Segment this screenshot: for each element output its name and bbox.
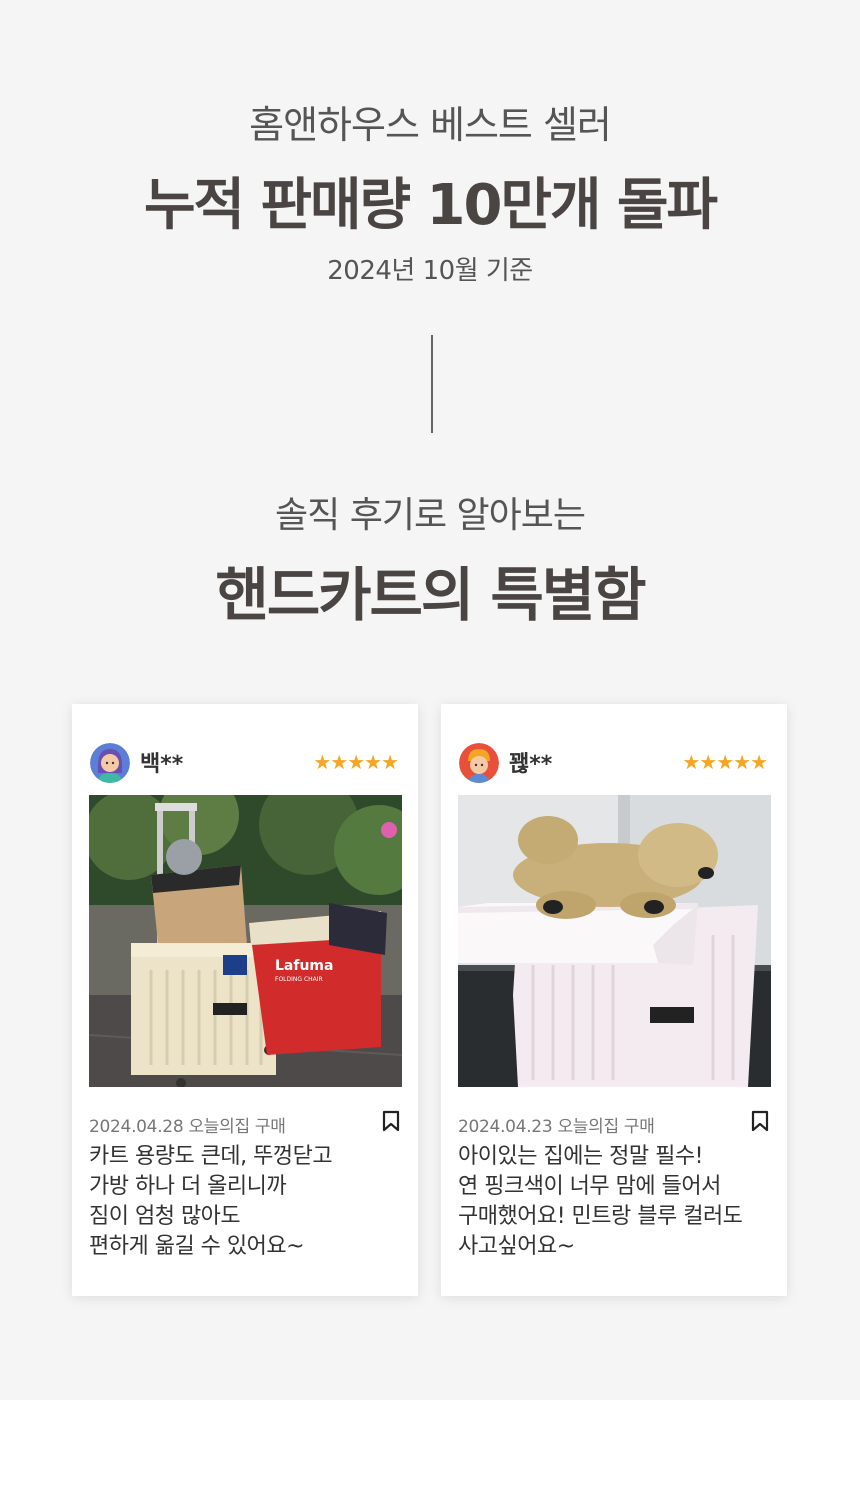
bag-subbrand-label: FOLDING CHAIR	[275, 976, 323, 983]
review-text: 아이있는 집에는 정말 필수! 연 핑크색이 너무 맘에 들어서 구매했어요! …	[458, 1142, 778, 1262]
star-rating: ★★★★★	[682, 750, 768, 774]
review-photo[interactable]: Lafuma FOLDING CHAIR	[89, 795, 402, 1087]
avatar-child-icon	[459, 743, 499, 783]
reviewer-name: 백**	[140, 752, 184, 777]
vertical-divider	[431, 335, 433, 433]
review-line: 연 핑크색이 너무 맘에 들어서	[458, 1174, 721, 1199]
review-line: 구매했어요! 민트랑 블루 컬러도	[458, 1204, 743, 1229]
review-line: 가방 하나 더 올리니까	[89, 1174, 287, 1199]
review-meta: 2024.04.23 오늘의집 구매	[458, 1117, 655, 1137]
review-line: 편하게 옮길 수 있어요~	[89, 1234, 305, 1259]
review-line: 아이있는 집에는 정말 필수!	[458, 1144, 703, 1169]
reviews-headline: 핸드카트의 특별함	[215, 561, 646, 629]
review-meta: 2024.04.28 오늘의집 구매	[89, 1117, 286, 1137]
review-line: 카트 용량도 큰데, 뚜껑닫고	[89, 1144, 333, 1169]
reviews-kicker: 솔직 후기로 알아보는	[275, 495, 586, 536]
bestseller-section: 홈앤하우스 베스트 셀러 누적 판매량 10만개 돌파 2024년 10월 기준…	[0, 0, 860, 1400]
section-headline: 누적 판매량 10만개 돌파	[143, 173, 718, 238]
review-card: 백** ★★★★★ Lafuma FOLDING CHAIR 2024.04.2…	[72, 704, 418, 1296]
review-line: 사고싶어요~	[458, 1234, 575, 1259]
star-rating: ★★★★★	[313, 750, 399, 774]
date-note: 2024년 10월 기준	[327, 256, 533, 286]
bookmark-icon[interactable]	[750, 1110, 770, 1132]
section-kicker: 홈앤하우스 베스트 셀러	[249, 103, 612, 147]
bookmark-icon[interactable]	[381, 1110, 401, 1132]
reviewer-name: 꽪**	[509, 752, 553, 777]
review-line: 짐이 엄청 많아도	[89, 1204, 241, 1229]
review-card: 꽪** ★★★★★ 2024.04.23 오늘의집 구매 아이있는 집에는 정말…	[441, 704, 787, 1296]
review-photo[interactable]	[458, 795, 771, 1087]
avatar-woman-icon	[90, 743, 130, 783]
review-text: 카트 용량도 큰데, 뚜껑닫고 가방 하나 더 올리니까 짐이 엄청 많아도 편…	[89, 1142, 409, 1262]
bag-brand-label: Lafuma	[275, 958, 333, 974]
